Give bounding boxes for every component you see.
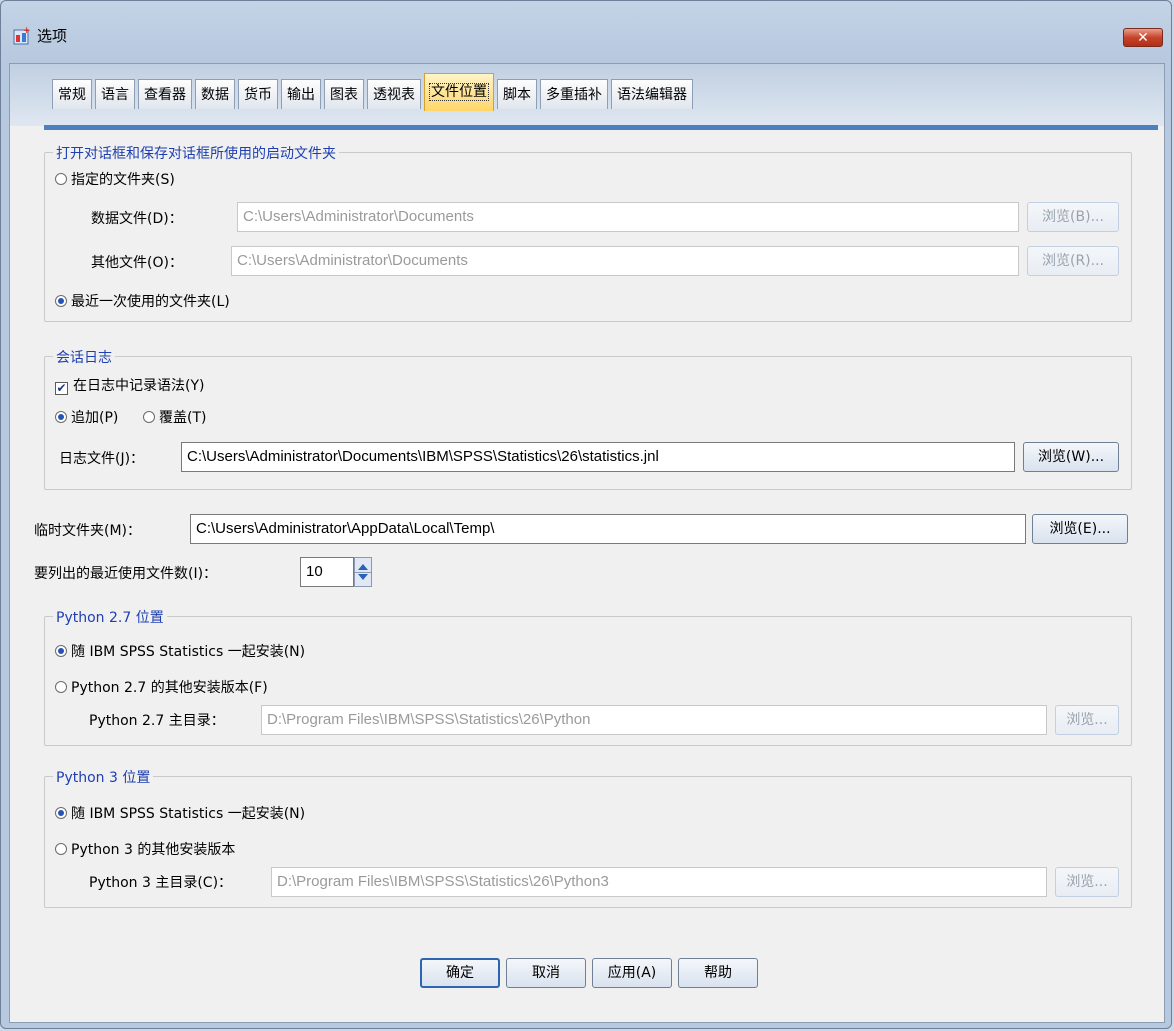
last-used-folder-label: 最近一次使用的文件夹(L) [71,294,230,310]
recent-files-label: 要列出的最近使用文件数(I)： [34,566,218,582]
svg-text:+: + [23,27,31,36]
window-title: 选项 [37,27,68,45]
data-files-input[interactable]: C:\Users\Administrator\Documents [237,202,1019,232]
close-button[interactable]: ✕ [1123,28,1163,47]
last-used-folder-radio[interactable]: 最近一次使用的文件夹(L) [55,291,230,311]
python3-group: Python 3 位置 随 IBM SPSS Statistics 一起安装(N… [44,767,1132,908]
tab-label: 多重插补 [546,87,602,103]
tab-5[interactable]: 输出 [281,79,321,109]
tab-0[interactable]: 常规 [52,79,92,109]
ok-button[interactable]: 确定 [420,958,500,988]
radio-indicator [55,173,67,185]
help-button[interactable]: 帮助 [678,958,758,988]
python27-bundled-label: 随 IBM SPSS Statistics 一起安装(N) [71,644,306,660]
tab-label: 数据 [201,87,229,103]
data-files-browse-button[interactable]: 浏览(B)... [1027,202,1119,232]
tab-1[interactable]: 语言 [95,79,135,109]
startup-folder-legend: 打开对话框和保存对话框所使用的启动文件夹 [53,143,339,163]
tab-label: 语法编辑器 [617,87,687,103]
recent-files-input[interactable]: 10 [300,557,354,587]
recent-files-stepper[interactable] [354,557,372,587]
python27-browse-button[interactable]: 浏览... [1055,705,1119,735]
python3-other-radio[interactable]: Python 3 的其他安装版本 [55,839,235,859]
checkmark-icon: ✔ [55,381,68,395]
other-files-label: 其他文件(O)： [91,255,183,271]
python3-bundled-radio[interactable]: 随 IBM SPSS Statistics 一起安装(N) [55,803,305,823]
startup-folder-group: 打开对话框和保存对话框所使用的启动文件夹 指定的文件夹(S) 数据文件(D)： … [44,143,1132,322]
tab-3[interactable]: 数据 [195,79,235,109]
other-files-browse-button[interactable]: 浏览(R)... [1027,246,1119,276]
tab-label: 常规 [58,87,86,103]
cancel-button[interactable]: 取消 [506,958,586,988]
options-dialog: + 选项 ✕ 常规 语言 查看器 数据 货币 输出 图表 透视表 文件位置 脚本 多重插补 语法编辑器… [0,0,1172,1029]
python3-home-label: Python 3 主目录(C)： [89,875,233,891]
append-label: 追加(P) [71,410,119,426]
radio-indicator [143,411,155,423]
tab-8[interactable]: 文件位置 [424,73,494,111]
tab-9[interactable]: 脚本 [497,79,537,109]
python27-group: Python 2.7 位置 随 IBM SPSS Statistics 一起安装… [44,607,1132,746]
overwrite-label: 覆盖(T) [159,410,207,426]
specified-folder-label: 指定的文件夹(S) [71,172,175,188]
python27-legend: Python 2.7 位置 [53,607,167,627]
python27-bundled-radio[interactable]: 随 IBM SPSS Statistics 一起安装(N) [55,641,305,661]
radio-indicator [55,645,67,657]
session-journal-group: 会话日志 ✔ 在日志中记录语法(Y) 追加(P) 覆盖(T) 日志文件(J)： C… [44,347,1132,490]
tab-underline [44,125,1158,130]
radio-indicator [55,681,67,693]
radio-indicator [55,807,67,819]
python3-legend: Python 3 位置 [53,767,154,787]
tab-label: 脚本 [503,87,531,103]
tab-label: 语言 [101,87,129,103]
temp-browse-button[interactable]: 浏览(E)... [1032,514,1128,544]
python27-home-input[interactable]: D:\Program Files\IBM\SPSS\Statistics\26\… [261,705,1047,735]
tab-list: 常规 语言 查看器 数据 货币 输出 图表 透视表 文件位置 脚本 多重插补 语法编辑器 [52,73,696,111]
tab-strip: 常规 语言 查看器 数据 货币 输出 图表 透视表 文件位置 脚本 多重插补 语法编辑器 [10,64,1164,126]
tab-label: 透视表 [373,87,415,103]
temp-folder-input[interactable]: C:\Users\Administrator\AppData\Local\Tem… [190,514,1026,544]
python3-home-input[interactable]: D:\Program Files\IBM\SPSS\Statistics\26\… [271,867,1047,897]
python3-browse-button[interactable]: 浏览... [1055,867,1119,897]
spin-divider [355,572,371,573]
tab-label: 文件位置 [429,83,489,101]
temp-folder-label: 临时文件夹(M)： [34,523,142,539]
radio-indicator [55,295,67,307]
spss-app-icon: + [13,27,31,45]
python27-other-label: Python 2.7 的其他安装版本(F) [71,680,268,696]
radio-indicator [55,843,67,855]
tab-10[interactable]: 多重插补 [540,79,608,109]
journal-browse-button[interactable]: 浏览(W)... [1023,442,1119,472]
specified-folder-radio[interactable]: 指定的文件夹(S) [55,169,175,189]
append-radio[interactable]: 追加(P) [55,407,118,427]
tab-label: 图表 [330,87,358,103]
tab-4[interactable]: 货币 [238,79,278,109]
tab-label: 输出 [287,87,315,103]
other-files-input[interactable]: C:\Users\Administrator\Documents [231,246,1019,276]
tab-11[interactable]: 语法编辑器 [611,79,693,109]
journal-file-label: 日志文件(J)： [59,451,145,467]
tab-2[interactable]: 查看器 [138,79,192,109]
spin-up-icon[interactable] [358,564,368,570]
dialog-client-area: 常规 语言 查看器 数据 货币 输出 图表 透视表 文件位置 脚本 多重插补 语法编辑器 打开对话框和… [9,63,1165,1023]
record-syntax-label: 在日志中记录语法(Y) [73,378,205,394]
record-syntax-checkbox[interactable]: ✔ 在日志中记录语法(Y) [55,375,204,395]
python3-other-label: Python 3 的其他安装版本 [71,842,236,858]
journal-file-input[interactable]: C:\Users\Administrator\Documents\IBM\SPS… [181,442,1015,472]
python3-bundled-label: 随 IBM SPSS Statistics 一起安装(N) [71,806,306,822]
title-bar[interactable]: + 选项 ✕ [1,1,1171,53]
python27-other-radio[interactable]: Python 2.7 的其他安装版本(F) [55,677,268,697]
tab-6[interactable]: 图表 [324,79,364,109]
tab-label: 货币 [244,87,272,103]
overwrite-radio[interactable]: 覆盖(T) [143,407,206,427]
apply-button[interactable]: 应用(A) [592,958,672,988]
session-journal-legend: 会话日志 [53,347,115,367]
close-icon: ✕ [1137,30,1149,46]
tab-7[interactable]: 透视表 [367,79,421,109]
spin-down-icon[interactable] [358,574,368,580]
radio-indicator [55,411,67,423]
python27-home-label: Python 2.7 主目录： [89,713,225,729]
tab-label: 查看器 [144,87,186,103]
data-files-label: 数据文件(D)： [91,211,183,227]
